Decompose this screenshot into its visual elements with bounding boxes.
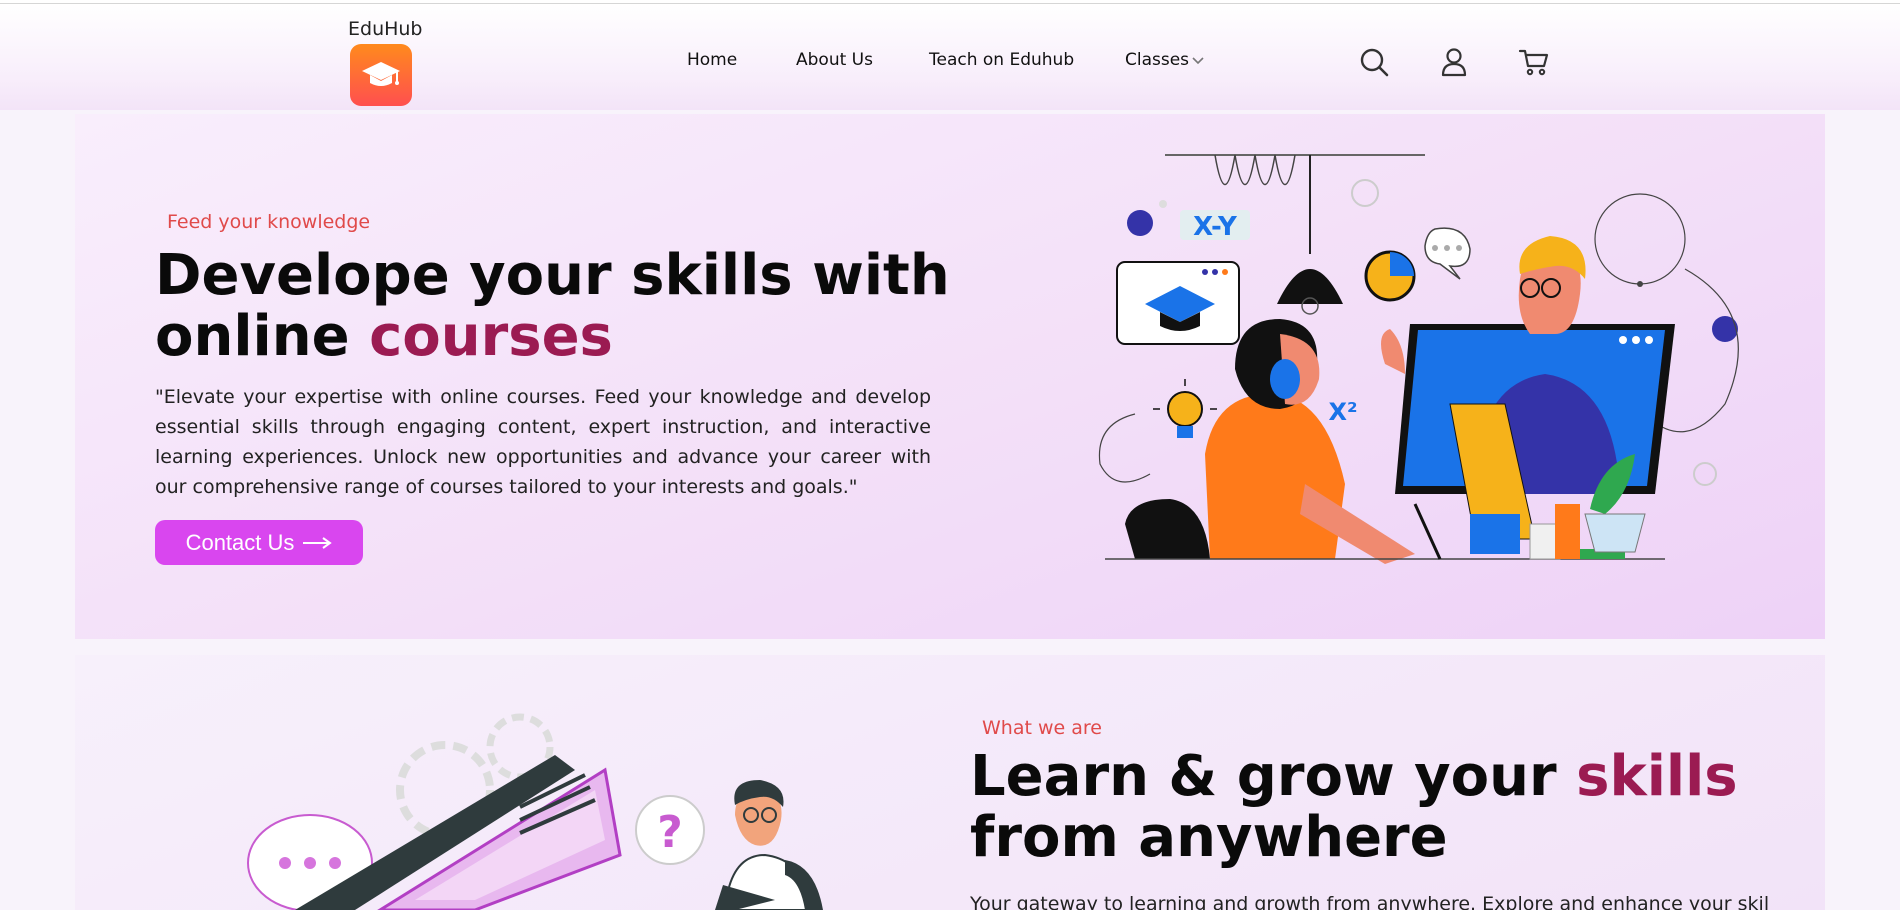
hero-eyebrow: Feed your knowledge xyxy=(167,211,371,233)
about-eyebrow: What we are xyxy=(982,717,1102,739)
online-learning-illustration: X-Y X² xyxy=(1098,154,1739,564)
brand-name[interactable]: EduHub xyxy=(348,18,423,40)
nav-about-us[interactable]: About Us xyxy=(796,50,873,70)
hero-title-line-2: online xyxy=(155,304,370,369)
about-title-line-1: Learn & grow your xyxy=(970,744,1577,809)
nav-teach-on-eduhub[interactable]: Teach on Eduhub xyxy=(929,50,1074,70)
contact-us-label: Contact Us xyxy=(185,529,295,555)
hero-description: "Elevate your expertise with online cour… xyxy=(155,386,931,498)
nav-home[interactable]: Home xyxy=(687,50,737,70)
hero-section: Feed your knowledge Develope your skills… xyxy=(75,114,1825,639)
about-description: Your gateway to learning and growth from… xyxy=(970,893,1770,910)
about-title-accent: skills xyxy=(1576,744,1738,809)
formula-label-squared: X² xyxy=(1328,398,1357,426)
contact-us-button[interactable]: Contact Us xyxy=(155,520,363,565)
about-title: Learn & grow your skills from anywhere xyxy=(970,746,1738,868)
about-title-line-2: from anywhere xyxy=(970,805,1448,870)
site-header: EduHub Home About Us Teach on Eduhub Cla… xyxy=(0,4,1900,110)
hero-title: Develope your skills with online courses xyxy=(155,245,950,367)
hero-title-accent: courses xyxy=(369,304,613,369)
about-section: ? What we are Learn & grow your skills f… xyxy=(75,655,1825,910)
formula-label: X-Y xyxy=(1193,212,1238,242)
hero-title-line-1: Develope your skills with xyxy=(155,243,950,308)
cart-icon[interactable] xyxy=(1518,46,1550,78)
graduation-cap-icon[interactable] xyxy=(350,44,412,106)
arrow-right-icon xyxy=(303,536,333,549)
question-mark-label: ? xyxy=(657,807,683,858)
search-icon[interactable] xyxy=(1358,46,1390,78)
chevron-down-icon[interactable] xyxy=(1190,52,1206,68)
learning-anywhere-illustration: ? xyxy=(247,713,823,910)
user-icon[interactable] xyxy=(1438,46,1470,78)
nav-classes[interactable]: Classes xyxy=(1125,50,1189,70)
